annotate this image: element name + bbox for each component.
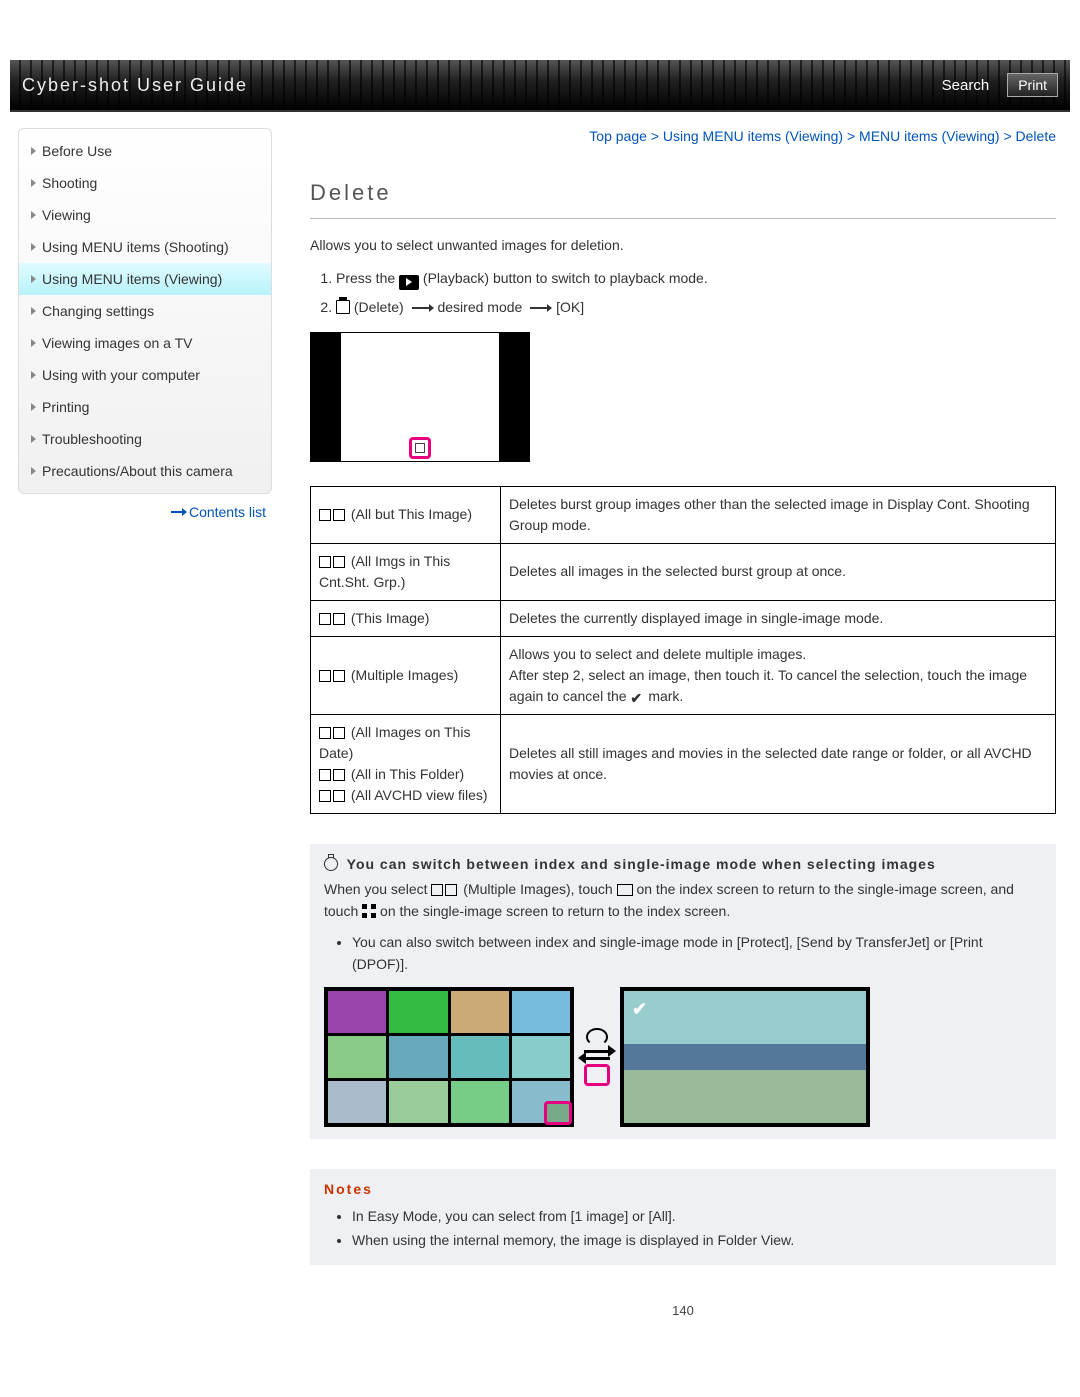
note-item: When using the internal memory, the imag… bbox=[352, 1229, 1042, 1253]
single-image-view: ✔ bbox=[620, 987, 870, 1127]
sidebar-item-before-use[interactable]: Before Use bbox=[19, 135, 271, 167]
chevron-right-icon bbox=[31, 243, 36, 251]
header: Cyber-shot User Guide Search Print bbox=[10, 60, 1070, 112]
chevron-right-icon bbox=[31, 435, 36, 443]
sidebar-item-menu-viewing[interactable]: Using MENU items (Viewing) bbox=[19, 263, 271, 295]
trash-icon bbox=[319, 727, 331, 739]
table-row: (This Image) Deletes the currently displ… bbox=[311, 600, 1056, 636]
sidebar-item-viewing[interactable]: Viewing bbox=[19, 199, 271, 231]
arrow-right-icon bbox=[584, 1050, 610, 1053]
trash-icon bbox=[319, 670, 331, 682]
trash-icon bbox=[319, 613, 331, 625]
arrow-right-icon bbox=[412, 307, 430, 309]
intro-text: Allows you to select unwanted images for… bbox=[310, 237, 1056, 253]
sidebar-item-label: Viewing bbox=[42, 207, 91, 223]
chevron-right-icon bbox=[31, 147, 36, 155]
trash-icon bbox=[319, 790, 331, 802]
sidebar-item-precautions[interactable]: Precautions/About this camera bbox=[19, 455, 271, 487]
multi-icon bbox=[445, 884, 457, 896]
chevron-right-icon bbox=[31, 307, 36, 315]
sidebar-item-label: Changing settings bbox=[42, 303, 154, 319]
sidebar-item-label: Using with your computer bbox=[42, 367, 200, 383]
sidebar-item-label: Viewing images on a TV bbox=[42, 335, 192, 351]
notes-box: Notes In Easy Mode, you can select from … bbox=[310, 1169, 1056, 1265]
note-item: In Easy Mode, you can select from [1 ima… bbox=[352, 1205, 1042, 1229]
checkmark-icon: ✔ bbox=[632, 999, 647, 1020]
tip-box: You can switch between index and single-… bbox=[310, 844, 1056, 1140]
sidebar-item-changing-settings[interactable]: Changing settings bbox=[19, 295, 271, 327]
highlighted-delete-button bbox=[409, 437, 431, 459]
table-row: (All Images on This Date) (All in This F… bbox=[311, 714, 1056, 813]
chevron-right-icon bbox=[31, 339, 36, 347]
arrow-left-icon bbox=[584, 1057, 610, 1060]
trash-icon bbox=[336, 300, 350, 314]
thumbnail-grid bbox=[324, 987, 574, 1127]
trash-icon bbox=[431, 884, 443, 896]
arrow-right-icon bbox=[171, 511, 183, 513]
sidebar-item-label: Before Use bbox=[42, 143, 112, 159]
sidebar-item-label: Shooting bbox=[42, 175, 97, 191]
checkmark-icon: ✔ bbox=[630, 691, 644, 705]
trash-icon bbox=[415, 443, 425, 453]
burst-icon bbox=[333, 509, 345, 521]
step-2: (Delete) desired mode [OK] bbox=[336, 296, 1056, 318]
table-row: (Multiple Images) Allows you to select a… bbox=[311, 636, 1056, 714]
trash-icon bbox=[319, 769, 331, 781]
chevron-right-icon bbox=[31, 211, 36, 219]
sidebar-item-troubleshooting[interactable]: Troubleshooting bbox=[19, 423, 271, 455]
sidebar: Before Use Shooting Viewing Using MENU i… bbox=[10, 128, 280, 1378]
date-icon bbox=[333, 727, 345, 739]
single-icon bbox=[333, 613, 345, 625]
main-content: Top page > Using MENU items (Viewing) > … bbox=[280, 128, 1070, 1378]
sidebar-item-label: Troubleshooting bbox=[42, 431, 142, 447]
multi-icon bbox=[333, 670, 345, 682]
sidebar-item-tv[interactable]: Viewing images on a TV bbox=[19, 327, 271, 359]
print-button[interactable]: Print bbox=[1007, 73, 1058, 97]
chevron-right-icon bbox=[31, 371, 36, 379]
breadcrumb[interactable]: Top page > Using MENU items (Viewing) > … bbox=[310, 128, 1056, 144]
burst-icon bbox=[333, 556, 345, 568]
highlighted-single-button bbox=[544, 1101, 572, 1125]
notes-heading: Notes bbox=[324, 1181, 1042, 1197]
page-number: 140 bbox=[310, 1295, 1056, 1338]
delete-illustration bbox=[310, 332, 530, 462]
highlighted-index-button bbox=[584, 1064, 610, 1086]
trash-icon bbox=[319, 509, 331, 521]
search-link[interactable]: Search bbox=[942, 77, 990, 94]
steps-list: Press the (Playback) button to switch to… bbox=[310, 267, 1056, 318]
sidebar-item-printing[interactable]: Printing bbox=[19, 391, 271, 423]
switch-icon bbox=[586, 1028, 608, 1046]
page-title: Delete bbox=[310, 180, 1056, 206]
sidebar-item-label: Precautions/About this camera bbox=[42, 463, 233, 479]
index-single-switch-illustration: ✔ bbox=[324, 987, 1042, 1127]
playback-icon bbox=[399, 275, 419, 290]
tip-heading: You can switch between index and single-… bbox=[347, 856, 936, 872]
tip-bullet: You can also switch between index and si… bbox=[352, 931, 1042, 976]
index-grid-icon bbox=[362, 904, 376, 918]
sidebar-item-label: Using MENU items (Shooting) bbox=[42, 239, 229, 255]
step-1: Press the (Playback) button to switch to… bbox=[336, 267, 1056, 290]
contents-list-label: Contents list bbox=[189, 504, 266, 520]
single-image-icon bbox=[617, 884, 633, 896]
table-row: (All but This Image) Deletes burst group… bbox=[311, 486, 1056, 543]
trash-icon bbox=[319, 556, 331, 568]
chevron-right-icon bbox=[31, 403, 36, 411]
sidebar-item-label: Using MENU items (Viewing) bbox=[42, 271, 222, 287]
avchd-icon bbox=[333, 790, 345, 802]
chevron-right-icon bbox=[31, 179, 36, 187]
folder-icon bbox=[333, 769, 345, 781]
options-table: (All but This Image) Deletes burst group… bbox=[310, 486, 1056, 814]
chevron-right-icon bbox=[31, 275, 36, 283]
sidebar-item-computer[interactable]: Using with your computer bbox=[19, 359, 271, 391]
contents-list-link[interactable]: Contents list bbox=[18, 494, 272, 530]
sidebar-item-shooting[interactable]: Shooting bbox=[19, 167, 271, 199]
arrow-right-icon bbox=[530, 307, 548, 309]
table-row: (All Imgs in This Cnt.Sht. Grp.) Deletes… bbox=[311, 543, 1056, 600]
sidebar-item-menu-shooting[interactable]: Using MENU items (Shooting) bbox=[19, 231, 271, 263]
lightbulb-icon bbox=[324, 857, 338, 871]
sidebar-item-label: Printing bbox=[42, 399, 89, 415]
chevron-right-icon bbox=[31, 467, 36, 475]
guide-title: Cyber-shot User Guide bbox=[22, 75, 248, 96]
